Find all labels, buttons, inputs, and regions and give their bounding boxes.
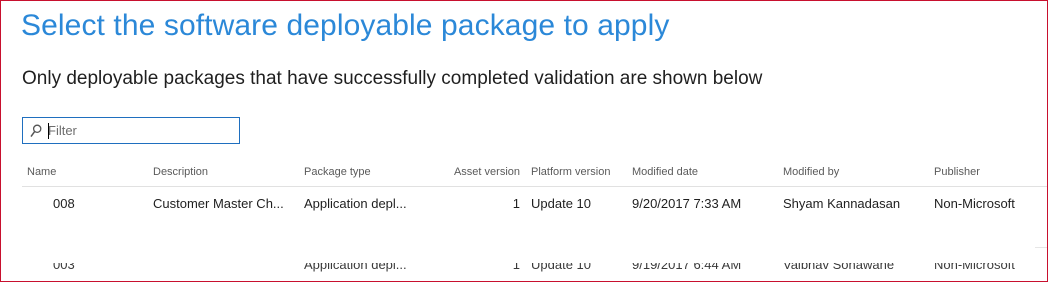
row-publisher: Non-Microsoft xyxy=(934,263,1015,272)
column-header-asset-version[interactable]: Asset version xyxy=(440,166,520,178)
search-icon xyxy=(30,124,42,138)
row-separator xyxy=(1035,247,1047,248)
column-header-name[interactable]: Name xyxy=(27,166,56,178)
column-header-description[interactable]: Description xyxy=(153,166,208,178)
column-header-modified-date[interactable]: Modified date xyxy=(632,166,698,178)
row-publisher: Non-Microsoft xyxy=(934,196,1015,211)
row-modified-date: 9/20/2017 7:33 AM xyxy=(632,196,742,211)
table-row[interactable]: 003 Application depl... 1 Update 10 9/19… xyxy=(1,263,1047,281)
row-modified-by: Shyam Kannadasan xyxy=(783,196,901,211)
row-platform-version: Update 10 xyxy=(531,196,591,211)
column-header-publisher[interactable]: Publisher xyxy=(934,166,980,178)
row-platform-version: Update 10 xyxy=(531,263,591,272)
filter-box[interactable] xyxy=(22,117,240,144)
row-description: Customer Master Ch... xyxy=(153,196,284,211)
column-header-package-type[interactable]: Package type xyxy=(304,166,371,178)
row-asset-version: 1 xyxy=(512,196,520,211)
text-cursor xyxy=(48,123,49,139)
column-header-modified-by[interactable]: Modified by xyxy=(783,166,839,178)
filter-input[interactable] xyxy=(48,121,233,140)
row-name: 008 xyxy=(53,196,75,211)
deploy-package-dialog: Select the software deployable package t… xyxy=(0,0,1048,282)
page-subtitle: Only deployable packages that have succe… xyxy=(22,68,763,89)
row-package-type: Application depl... xyxy=(304,196,407,211)
row-modified-date: 9/19/2017 6:44 AM xyxy=(632,263,742,272)
header-divider xyxy=(22,186,1047,187)
row-package-type: Application depl... xyxy=(304,263,407,272)
row-modified-by: Vaibhav Sonawane xyxy=(783,263,895,272)
row-name: 003 xyxy=(53,263,75,272)
row-asset-version: 1 xyxy=(512,263,520,272)
column-header-platform-version[interactable]: Platform version xyxy=(531,166,610,178)
page-title: Select the software deployable package t… xyxy=(21,9,670,42)
